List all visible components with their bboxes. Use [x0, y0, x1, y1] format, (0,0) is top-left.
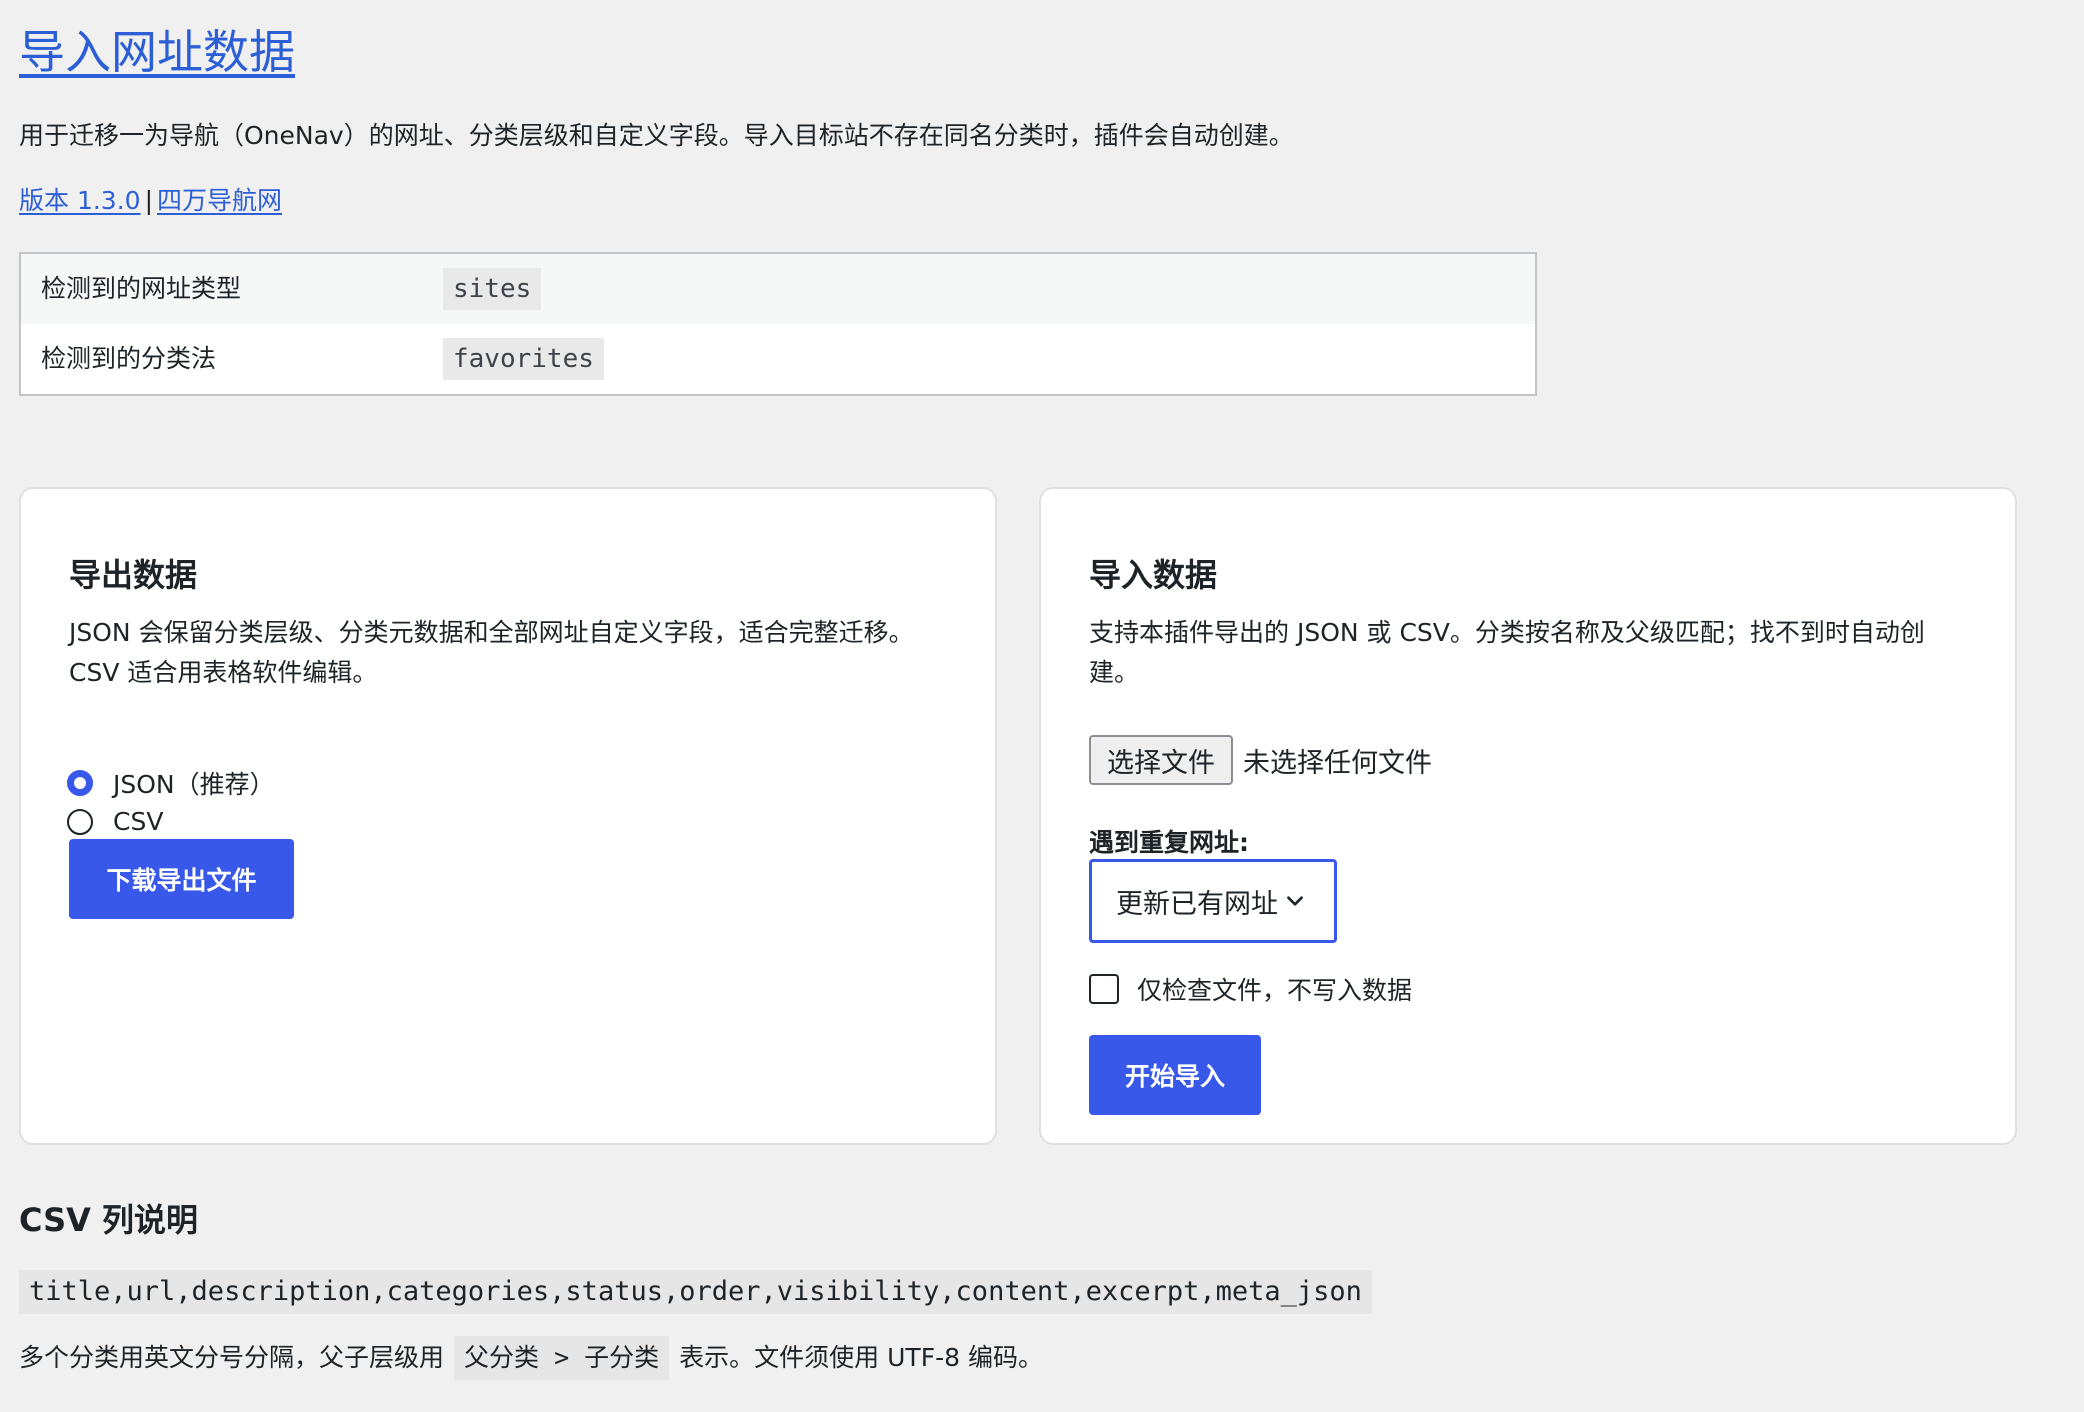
download-export-button[interactable]: 下载导出文件 — [69, 839, 294, 919]
csv-help-title: CSV 列说明 — [19, 1201, 199, 1239]
radio-csv[interactable] — [67, 808, 93, 835]
csv-help-note: 多个分类用英文分号分隔，父子层级用 父分类 > 子分类 表示。文件须使用 UTF… — [19, 1336, 1043, 1380]
export-card-title: 导出数据 — [69, 556, 198, 594]
detected-taxonomy-value: favorites — [443, 338, 604, 380]
format-option-json-label: JSON（推荐） — [113, 770, 275, 799]
duplicate-handling-label: 遇到重复网址: — [1089, 828, 1249, 857]
choose-file-button[interactable]: 选择文件 — [1089, 735, 1233, 785]
import-card: 导入数据 支持本插件导出的 JSON 或 CSV。分类按名称及父级匹配；找不到时… — [1039, 487, 2017, 1145]
page-title[interactable]: 导入网址数据 — [19, 22, 295, 82]
dry-run-option[interactable]: 仅检查文件，不写入数据 — [1089, 971, 1412, 1007]
detected-info-table: 检测到的网址类型 sites 检测到的分类法 favorites — [19, 252, 1537, 396]
csv-note-after: 表示。文件须使用 UTF-8 编码。 — [679, 1343, 1043, 1372]
detected-post-type-label: 检测到的网址类型 — [41, 274, 242, 303]
duplicate-handling-select[interactable]: 更新已有网址 — [1089, 859, 1337, 943]
csv-note-code: 父分类 > 子分类 — [454, 1336, 670, 1380]
dry-run-label: 仅检查文件，不写入数据 — [1137, 976, 1413, 1005]
link-separator: | — [144, 186, 153, 215]
format-option-csv[interactable]: CSV — [67, 807, 163, 836]
csv-columns-code: title,url,description,categories,status,… — [19, 1270, 1372, 1314]
detected-taxonomy-label: 检测到的分类法 — [41, 344, 217, 373]
file-picker: 选择文件 未选择任何文件 — [1089, 735, 1432, 785]
file-status: 未选择任何文件 — [1243, 747, 1432, 779]
duplicate-handling-selected: 更新已有网址 — [1116, 888, 1278, 920]
format-option-csv-label: CSV — [113, 807, 164, 836]
export-card: 导出数据 JSON 会保留分类层级、分类元数据和全部网址自定义字段，适合完整迁移… — [19, 487, 997, 1145]
dry-run-checkbox[interactable] — [1089, 974, 1119, 1004]
site-link[interactable]: 四万导航网 — [157, 186, 282, 215]
chevron-down-icon — [1287, 896, 1303, 906]
detected-post-type-value: sites — [443, 268, 542, 310]
export-card-description: JSON 会保留分类层级、分类元数据和全部网址自定义字段，适合完整迁移。CSV … — [69, 618, 914, 687]
table-row: 检测到的分类法 favorites — [21, 324, 1535, 394]
format-option-json[interactable]: JSON（推荐） — [67, 765, 275, 801]
table-row: 检测到的网址类型 sites — [21, 254, 1535, 324]
import-card-description: 支持本插件导出的 JSON 或 CSV。分类按名称及父级匹配；找不到时自动创建。 — [1089, 618, 1925, 687]
import-card-title: 导入数据 — [1089, 556, 1218, 594]
csv-note-before: 多个分类用英文分号分隔，父子层级用 — [19, 1343, 445, 1372]
meta-links: 版本 1.3.0 | 四万导航网 — [19, 183, 282, 219]
page-intro: 用于迁移一为导航（OneNav）的网址、分类层级和自定义字段。导入目标站不存在同… — [19, 121, 1294, 150]
radio-json[interactable] — [67, 770, 93, 796]
version-link[interactable]: 版本 1.3.0 — [19, 186, 141, 215]
start-import-button[interactable]: 开始导入 — [1089, 1035, 1261, 1115]
